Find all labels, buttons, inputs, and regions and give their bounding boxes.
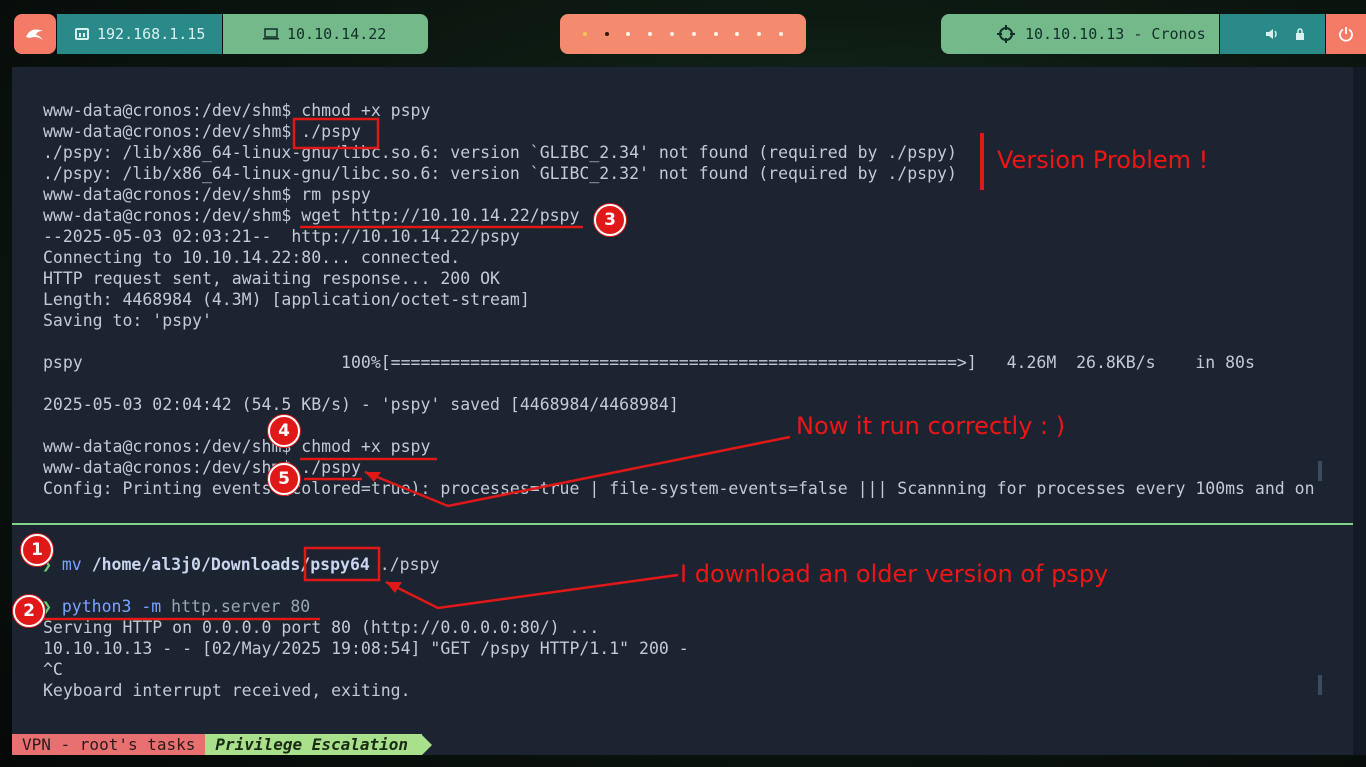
kali-menu-button[interactable] — [14, 14, 56, 54]
pane-scroll-marker — [1318, 461, 1322, 481]
python-args: http.server 80 — [171, 597, 311, 616]
status-tasks[interactable]: VPN - root's tasks — [12, 734, 206, 755]
workspace-dot-7[interactable] — [713, 32, 718, 36]
terminal-output-line: Connecting to 10.10.14.22:80... connecte… — [43, 248, 461, 267]
workspace-dot-3[interactable] — [626, 32, 631, 36]
workspace-dot-8[interactable] — [735, 32, 740, 36]
server-output-line: 10.10.10.13 - - [02/May/2025 19:08:54] "… — [43, 639, 689, 658]
mv-command-line: ❯ mv /home/al3j0/Downloads/pspy64 ./pspy — [42, 554, 439, 575]
ethernet-icon — [75, 27, 89, 41]
workspace-dot-4[interactable] — [648, 32, 653, 36]
step-badge-4: 4 — [268, 415, 300, 447]
terminal-output-line: Config: Printing events (colored=true): … — [43, 479, 1315, 498]
mv-dest-path: ./pspy — [379, 555, 440, 574]
python-command-line: ❯ python3 -m http.server 80 — [42, 596, 310, 617]
note-older-version: I download an older version of pspy — [680, 560, 1109, 588]
workspace-dot-5[interactable] — [670, 32, 675, 36]
workspace-dot-6[interactable] — [691, 32, 696, 36]
step-badge-2: 2 — [13, 595, 45, 627]
step-badge-5: 5 — [268, 463, 300, 495]
terminal-output-line: --2025-05-03 02:03:21-- http://10.10.14.… — [43, 227, 520, 246]
vpn-ip-label: 10.10.14.22 — [287, 25, 387, 43]
terminal-output-line: ./pspy: /lib/x86_64-linux-gnu/libc.so.6:… — [43, 164, 957, 183]
crosshair-icon — [997, 25, 1015, 43]
server-output-line: ^C — [43, 660, 63, 679]
server-output-line: Serving HTTP on 0.0.0.0 port 80 (http://… — [43, 618, 600, 637]
terminal-output-line: www-data@cronos:/dev/shm$ wget http://10… — [43, 206, 580, 225]
power-button[interactable] — [1326, 14, 1366, 54]
volume-icon[interactable] — [1265, 28, 1279, 40]
workspace-dot-9[interactable] — [757, 32, 762, 36]
terminal-output-line: 2025-05-03 02:04:42 (54.5 KB/s) - 'pspy'… — [43, 395, 679, 414]
laptop-icon — [263, 28, 279, 40]
local-ip-indicator[interactable]: 192.168.1.15 — [57, 14, 222, 54]
terminal-output-line: HTTP request sent, awaiting response... … — [43, 269, 500, 288]
terminal-output-line: Saving to: 'pspy' — [43, 311, 212, 330]
target-indicator[interactable]: 10.10.10.13 - Cronos — [941, 14, 1219, 54]
terminal-output-line: pspy 100%[==============================… — [43, 353, 1255, 372]
prompt-arrow-icon: ❯ — [42, 597, 62, 616]
lock-icon[interactable] — [1295, 27, 1305, 41]
mv-cmd: mv — [61, 555, 82, 574]
pane-scroll-marker — [1318, 675, 1322, 695]
status-session[interactable]: Privilege Escalation — [205, 734, 423, 755]
power-icon — [1338, 26, 1354, 42]
step-badge-3: 3 — [594, 204, 626, 236]
kali-dragon-icon — [24, 26, 46, 42]
workspace-dot-1[interactable] — [582, 32, 587, 36]
terminal-scrollbar[interactable] — [1353, 67, 1366, 755]
terminal-output-line: www-data@cronos:/dev/shm$ ./pspy — [43, 458, 361, 477]
mv-source-path: /home/al3j0/Downloads/pspy64 — [91, 555, 370, 574]
tmux-status-bar: VPN - root's tasks Privilege Escalation — [12, 734, 433, 755]
terminal-output-line: www-data@cronos:/dev/shm$ rm pspy — [43, 185, 371, 204]
status-arrow — [422, 734, 433, 755]
workspace-dot-2[interactable] — [604, 32, 609, 36]
target-label: 10.10.10.13 - Cronos — [1025, 25, 1206, 43]
note-run-correctly: Now it run correctly : ) — [796, 412, 1066, 440]
system-tray[interactable] — [1220, 14, 1325, 54]
note-version-problem: Version Problem ! — [997, 146, 1209, 174]
workspace-dot-10[interactable] — [779, 32, 784, 36]
terminal-output-line: www-data@cronos:/dev/shm$ chmod +x pspy — [43, 101, 431, 120]
terminal-output-line: Length: 4468984 (4.3M) [application/octe… — [43, 290, 530, 309]
step-badge-1: 1 — [21, 534, 53, 566]
python-flag: -m — [141, 597, 162, 616]
workspace-switcher[interactable] — [560, 14, 806, 54]
python-cmd: python3 — [61, 597, 132, 616]
local-ip-label: 192.168.1.15 — [97, 25, 206, 43]
server-output-line: Keyboard interrupt received, exiting. — [43, 681, 411, 700]
vpn-ip-indicator[interactable]: 10.10.14.22 — [223, 14, 428, 54]
terminal-output-line: ./pspy: /lib/x86_64-linux-gnu/libc.so.6:… — [43, 143, 957, 162]
terminal-output-line: www-data@cronos:/dev/shm$ ./pspy — [43, 122, 361, 141]
terminal-output-line: www-data@cronos:/dev/shm$ chmod +x pspy — [43, 437, 431, 456]
pane-divider[interactable] — [12, 523, 1353, 525]
